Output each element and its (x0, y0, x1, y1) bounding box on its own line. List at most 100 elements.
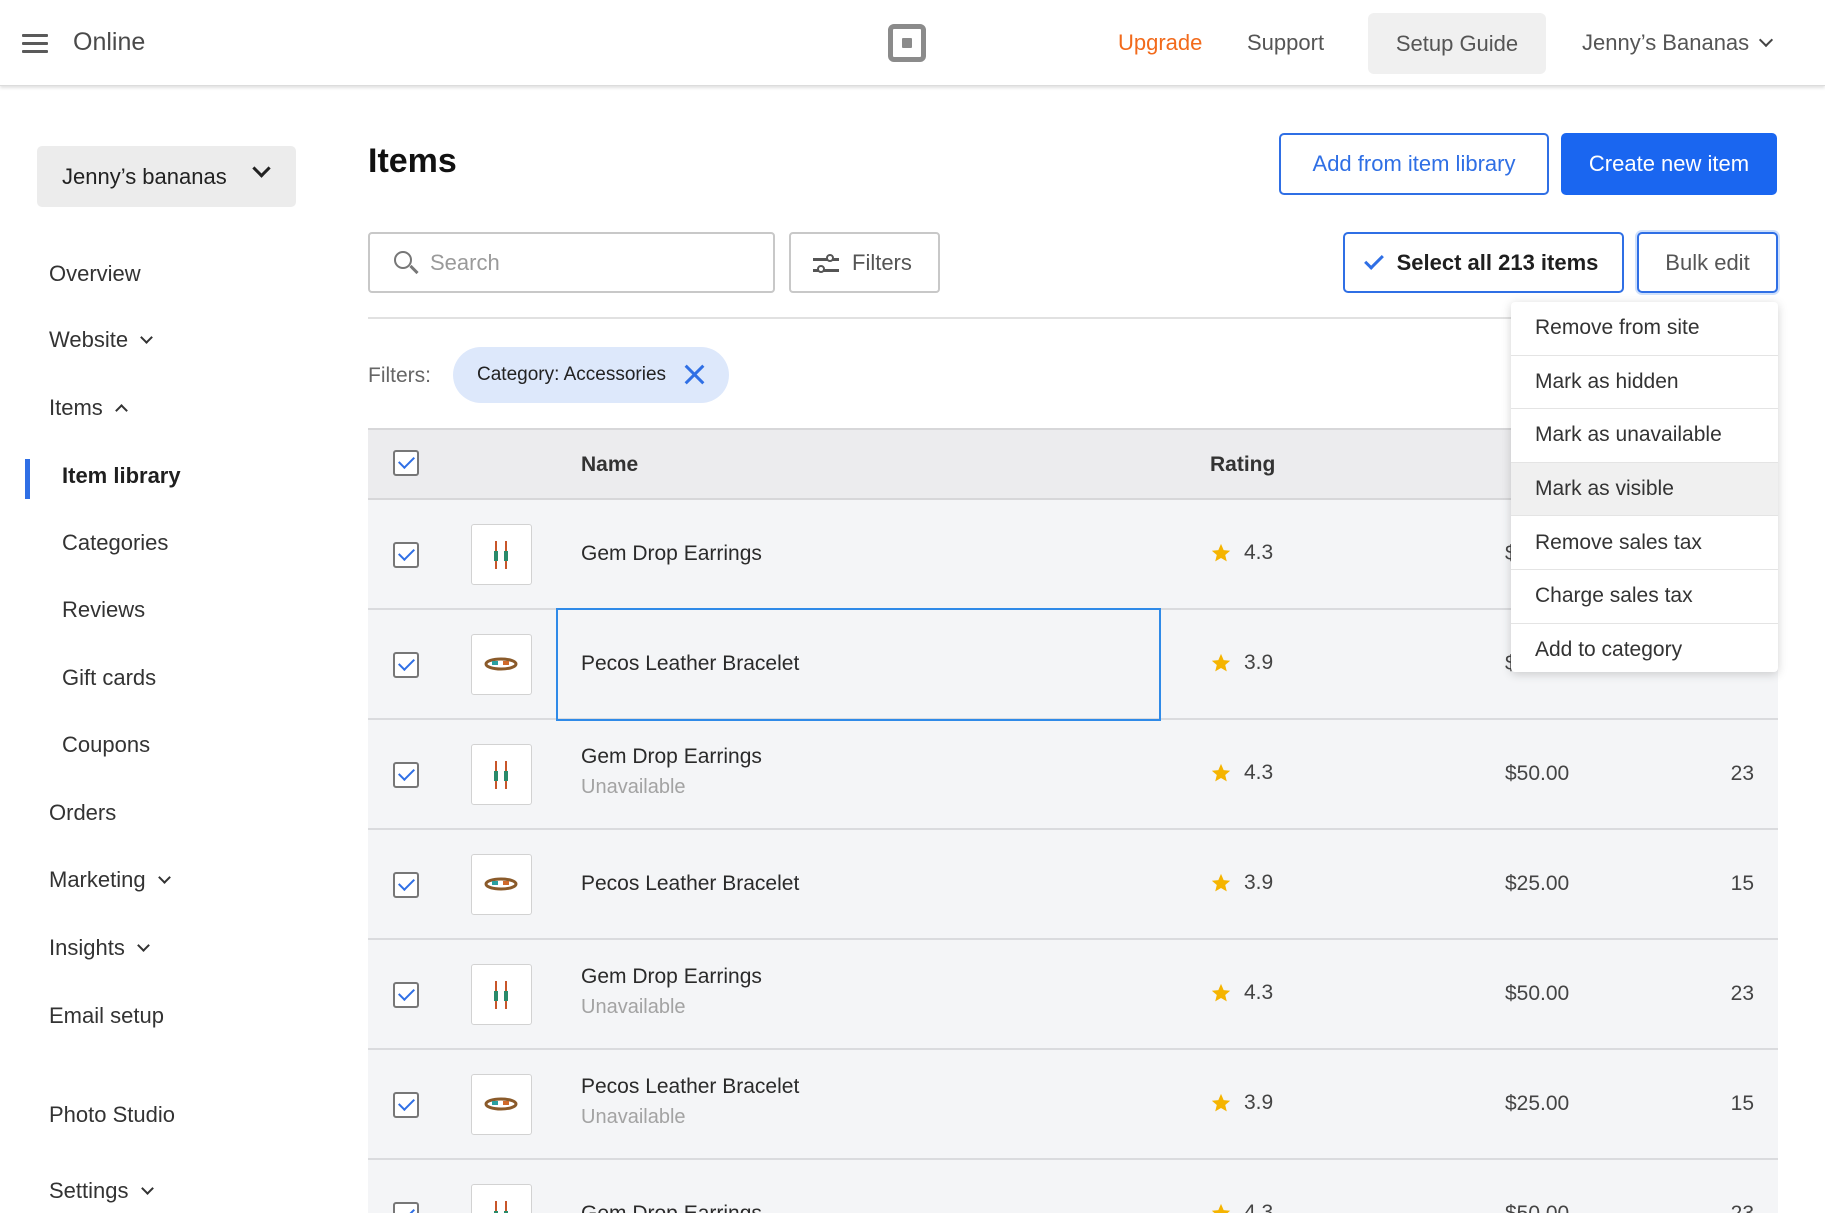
table-row[interactable]: Gem Drop Earrings Unavailable 4.3 $50.00 23 (368, 720, 1778, 830)
sidebar-item-orders[interactable]: Orders (49, 800, 116, 826)
account-name: Jenny’s Bananas (1582, 30, 1750, 55)
earrings-thumbnail (471, 744, 532, 805)
sidebar-item-items[interactable]: Items (49, 395, 128, 421)
site-selector-label: Jenny’s bananas (62, 163, 227, 189)
menu-item-charge-sales-tax[interactable]: Charge sales tax (1511, 570, 1778, 624)
row-checkbox[interactable] (393, 982, 419, 1008)
sidebar-item-settings[interactable]: Settings (49, 1178, 154, 1204)
table-row[interactable]: Pecos Leather Bracelet 3.9 $25.00 15 (368, 830, 1778, 940)
menu-icon[interactable] (22, 34, 48, 54)
square-logo-icon[interactable] (888, 24, 926, 62)
star-icon (1211, 653, 1231, 672)
earrings-thumbnail (471, 964, 532, 1025)
upgrade-link[interactable]: Upgrade (1118, 30, 1202, 56)
item-rating: 4.3 (1210, 981, 1273, 1005)
filters-button[interactable]: Filters (789, 232, 940, 293)
row-checkbox[interactable] (393, 872, 419, 898)
sidebar-item-overview[interactable]: Overview (49, 261, 141, 287)
support-link[interactable]: Support (1247, 30, 1324, 56)
sidebar-item-email-setup[interactable]: Email setup (49, 1003, 164, 1029)
chevron-down-icon (140, 330, 153, 344)
menu-item-remove-sales-tax[interactable]: Remove sales tax (1511, 516, 1778, 570)
item-rating: 3.9 (1210, 871, 1273, 895)
table-row[interactable]: Gem Drop Earrings Unavailable 4.3 $50.00 23 (368, 940, 1778, 1050)
row-checkbox[interactable] (393, 542, 419, 568)
sidebar-item-coupons[interactable]: Coupons (62, 732, 150, 758)
sidebar-item-photo-studio[interactable]: Photo Studio (49, 1102, 175, 1128)
select-all-label: Select all 213 items (1396, 249, 1599, 275)
chevron-down-icon (157, 870, 171, 884)
item-rating: 3.9 (1210, 1091, 1273, 1115)
item-name: Gem Drop Earrings (581, 745, 762, 768)
item-rating: 4.3 (1210, 761, 1273, 785)
item-name-cell[interactable]: Gem Drop Earrings Unavailable (581, 720, 1183, 830)
select-all-button[interactable]: Select all 213 items (1343, 232, 1624, 293)
menu-item-mark-as-hidden[interactable]: Mark as hidden (1511, 356, 1778, 410)
add-from-library-button[interactable]: Add from item library (1279, 133, 1549, 195)
chevron-down-icon (140, 1181, 154, 1195)
page-title: Items (368, 142, 457, 180)
item-name-cell[interactable]: Pecos Leather Bracelet (581, 610, 1183, 720)
sidebar-item-label: Photo Studio (49, 1102, 175, 1127)
item-name-cell[interactable]: Pecos Leather Bracelet Unavailable (581, 1050, 1183, 1160)
rating-value: 3.9 (1244, 1091, 1274, 1114)
item-price: $50.00 (1505, 762, 1570, 785)
select-all-checkbox[interactable] (393, 450, 419, 476)
setup-guide-button[interactable]: Setup Guide (1368, 13, 1546, 74)
item-price: $50.00 (1505, 982, 1570, 1005)
sidebar-item-gift-cards[interactable]: Gift cards (62, 665, 156, 691)
sidebar-item-website[interactable]: Website (49, 327, 153, 353)
item-price: $50.00 (1505, 1202, 1569, 1213)
app-title: Online (73, 28, 146, 56)
create-item-button[interactable]: Create new item (1561, 133, 1777, 195)
row-checkbox[interactable] (393, 762, 419, 788)
column-header-name: Name (581, 453, 639, 476)
account-menu[interactable]: Jenny’s Bananas (1582, 30, 1774, 56)
item-name-cell[interactable]: Gem Drop Earrings (581, 1160, 1183, 1213)
sidebar-item-label: Settings (49, 1178, 129, 1203)
item-stock: 23 (1731, 1202, 1754, 1213)
item-rating: 4.3 (1210, 1201, 1273, 1213)
column-header-rating: Rating (1210, 453, 1276, 476)
menu-item-mark-as-unavailable[interactable]: Mark as unavailable (1511, 409, 1778, 463)
table-row[interactable]: Pecos Leather Bracelet Unavailable 3.9 $25.… (368, 1050, 1778, 1160)
item-name-cell[interactable]: Pecos Leather Bracelet (581, 830, 1183, 940)
sidebar-item-reviews[interactable]: Reviews (62, 597, 145, 623)
sidebar-item-categories[interactable]: Categories (62, 530, 168, 556)
rating-value: 4.3 (1244, 541, 1274, 564)
sidebar-item-label: Insights (49, 935, 125, 960)
search-placeholder: Search (430, 249, 500, 275)
table-row[interactable]: Gem Drop Earrings 4.3 $50.00 23 (368, 1160, 1778, 1213)
row-checkbox[interactable] (393, 1092, 419, 1118)
rating-value: 3.9 (1244, 871, 1274, 894)
filters-label: Filters: (368, 364, 431, 387)
sidebar-item-item-library[interactable]: Item library (62, 463, 181, 489)
bulk-edit-button[interactable]: Bulk edit (1637, 232, 1778, 293)
item-status: Unavailable (581, 996, 686, 1018)
item-price: $25.00 (1505, 872, 1570, 895)
menu-item-mark-as-visible[interactable]: Mark as visible (1511, 462, 1778, 517)
item-status: Unavailable (581, 776, 686, 798)
item-name-cell[interactable]: Gem Drop Earrings (581, 500, 1183, 610)
item-name: Gem Drop Earrings (581, 542, 762, 565)
filter-chip: Category: Accessories (453, 347, 729, 403)
row-checkbox[interactable] (393, 652, 419, 678)
chevron-down-icon (252, 159, 271, 178)
sidebar-item-label: Items (49, 395, 103, 420)
close-icon[interactable] (683, 363, 705, 385)
earrings-thumbnail (471, 1184, 532, 1213)
sidebar-item-label: Website (49, 327, 129, 352)
filter-chip-label: Category: Accessories (477, 364, 667, 385)
item-price: $25.00 (1505, 1092, 1570, 1115)
site-selector[interactable]: Jenny’s bananas (37, 146, 296, 207)
search-input[interactable]: Search (368, 232, 775, 293)
menu-item-remove-from-site[interactable]: Remove from site (1511, 302, 1778, 356)
item-name: Pecos Leather Bracelet (581, 872, 800, 895)
sidebar-item-label: Email setup (49, 1003, 164, 1028)
sidebar-item-insights[interactable]: Insights (49, 935, 150, 961)
sidebar-item-marketing[interactable]: Marketing (49, 867, 171, 893)
item-name-cell[interactable]: Gem Drop Earrings Unavailable (581, 940, 1183, 1050)
row-checkbox[interactable] (393, 1202, 419, 1213)
menu-item-add-to-category[interactable]: Add to category (1511, 624, 1778, 678)
sidebar-item-label: Gift cards (62, 665, 157, 690)
